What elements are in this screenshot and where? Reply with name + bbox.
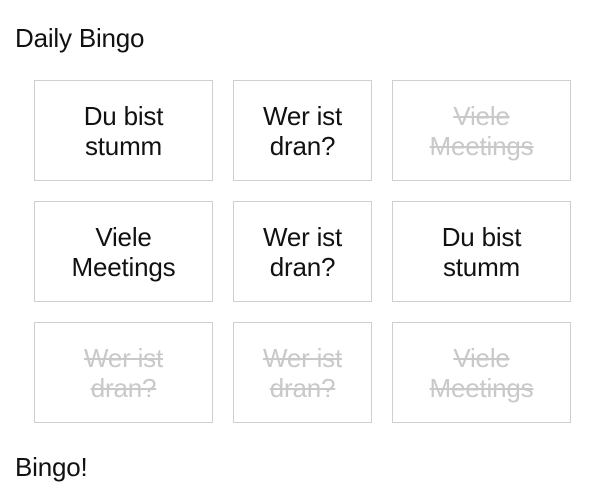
bingo-cell[interactable]: Wer ist dran? xyxy=(233,322,372,423)
bingo-cell-label: Wer ist dran? xyxy=(262,100,342,161)
page-title: Daily Bingo xyxy=(15,23,145,53)
bingo-cell[interactable]: Wer ist dran? xyxy=(233,80,372,181)
bingo-cell[interactable]: Viele Meetings xyxy=(392,322,571,423)
bingo-cell[interactable]: Wer ist dran? xyxy=(233,201,372,302)
bingo-cell-label: Wer ist dran? xyxy=(83,342,163,403)
bingo-cell-label: Viele Meetings xyxy=(429,100,534,161)
bingo-grid: Du bist stumm Wer ist dran? Viele Meetin… xyxy=(34,80,571,423)
bingo-cell[interactable]: Viele Meetings xyxy=(392,80,571,181)
bingo-cell-label: Du bist stumm xyxy=(83,100,164,161)
bingo-cell-label: Wer ist dran? xyxy=(262,221,342,282)
bingo-cell-label: Viele Meetings xyxy=(71,221,176,282)
bingo-cell[interactable]: Wer ist dran? xyxy=(34,322,213,423)
bingo-cell-label: Du bist stumm xyxy=(441,221,522,282)
bingo-page: Daily Bingo Du bist stumm Wer ist dran? … xyxy=(0,0,600,502)
bingo-status: Bingo! xyxy=(15,452,88,482)
bingo-cell-label: Viele Meetings xyxy=(429,342,534,403)
bingo-cell[interactable]: Viele Meetings xyxy=(34,201,213,302)
bingo-cell[interactable]: Du bist stumm xyxy=(34,80,213,181)
bingo-cell-label: Wer ist dran? xyxy=(262,342,342,403)
bingo-cell[interactable]: Du bist stumm xyxy=(392,201,571,302)
